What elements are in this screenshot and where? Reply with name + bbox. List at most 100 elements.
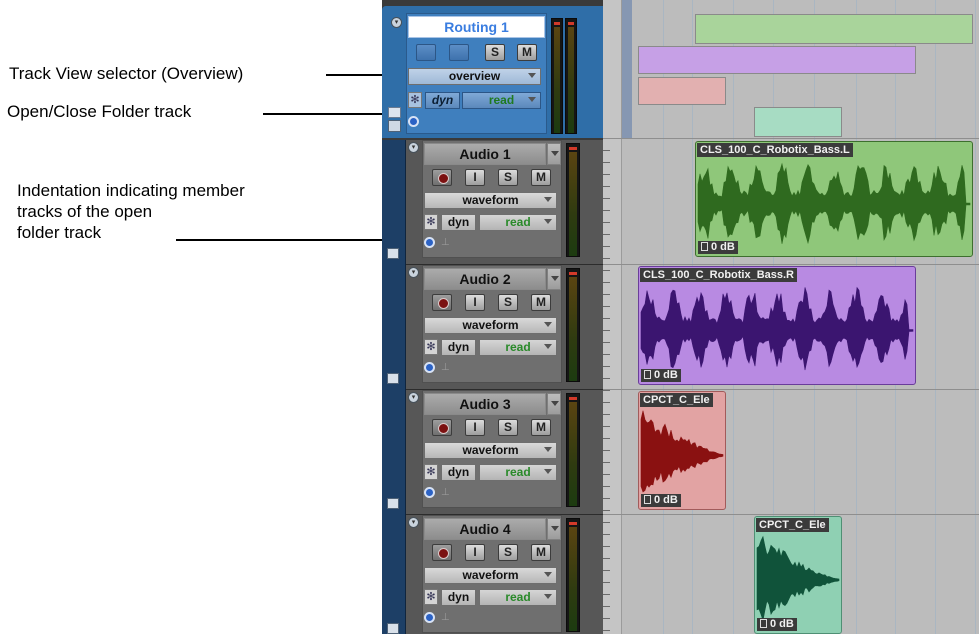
mute-button[interactable]: M [531, 419, 551, 436]
folder-automation-mode[interactable]: read [462, 92, 541, 109]
input-monitor-button[interactable]: I [465, 419, 485, 436]
solo-button[interactable]: S [498, 169, 518, 186]
collapse-icon[interactable]: ▾ [408, 517, 419, 528]
record-enable-button[interactable] [432, 544, 452, 561]
record-enable-button[interactable] [432, 294, 452, 311]
ruler-tick [603, 402, 610, 403]
folder-track-name[interactable]: Routing 1 [408, 16, 545, 38]
record-enable-button[interactable] [432, 419, 452, 436]
input-monitor-button[interactable]: I [465, 294, 485, 311]
track-view-selector[interactable]: waveform [424, 192, 557, 209]
voice-icon[interactable] [424, 612, 435, 623]
mute-button[interactable]: M [531, 544, 551, 561]
grid-line [975, 0, 976, 634]
clip-gain[interactable]: 0 dB [698, 241, 738, 254]
audio-clip[interactable]: CPCT_C_Ele 0 dB [754, 516, 842, 634]
ruler-tick [603, 570, 610, 571]
ruler-tick [603, 270, 610, 271]
voice-icon[interactable] [424, 487, 435, 498]
track-name[interactable]: Audio 4 [424, 518, 546, 540]
automation-mode-label: read [505, 340, 531, 354]
overview-clip-bar[interactable] [638, 46, 916, 74]
folder-solo-button[interactable]: S [485, 44, 505, 61]
collapse-icon[interactable]: ▾ [391, 17, 402, 28]
track-view-selector[interactable]: waveform [424, 442, 557, 459]
track-name-menu[interactable] [547, 393, 561, 415]
snowflake-icon[interactable]: ✻ [424, 214, 438, 230]
record-enable-button[interactable] [432, 169, 452, 186]
open-close-folder-icon[interactable] [388, 120, 401, 132]
folder-mute-button[interactable]: M [517, 44, 537, 61]
track-name-menu[interactable] [547, 518, 561, 540]
snowflake-icon[interactable]: ✻ [424, 589, 438, 605]
ruler-tick [603, 354, 610, 355]
audio-clip[interactable]: CLS_100_C_Robotix_Bass.R 0 dB [638, 266, 916, 385]
collapse-icon[interactable]: ▾ [408, 392, 419, 403]
solo-button[interactable]: S [498, 294, 518, 311]
chevron-down-icon [528, 97, 536, 102]
track-audio-4: ▾ Audio 4 I S Mwaveform ✻ dyn read ⊥ [406, 515, 603, 634]
audio-clip[interactable]: CPCT_C_Ele 0 dB [638, 391, 726, 510]
audio-clip[interactable]: CLS_100_C_Robotix_Bass.L 0 dB [695, 141, 973, 257]
clip-gain-label: 0 dB [654, 494, 678, 506]
track-panel: Audio 3 I S Mwaveform ✻ dyn read ⊥ [422, 390, 562, 508]
snowflake-icon[interactable]: ✻ [408, 92, 422, 108]
clip-gain[interactable]: 0 dB [757, 618, 797, 631]
input-monitor-button[interactable]: I [465, 544, 485, 561]
collapse-icon[interactable]: ▾ [408, 267, 419, 278]
ruler-tick [603, 414, 610, 415]
chevron-down-icon [544, 197, 552, 202]
dyn-button[interactable]: dyn [441, 339, 476, 356]
ruler-tick [603, 294, 610, 295]
automation-mode-selector[interactable]: read [479, 464, 557, 481]
folder-track-routing-1: ▾ Routing 1 S M overview ✻ dyn read [382, 6, 603, 138]
folder-dyn-button[interactable]: dyn [425, 92, 460, 109]
track-name[interactable]: Audio 3 [424, 393, 546, 415]
ruler-tick [603, 510, 610, 511]
ruler-tick [603, 198, 610, 199]
voice-icon[interactable] [408, 116, 419, 127]
track-view-selector-overview[interactable]: overview [408, 68, 541, 85]
timebase-icon: ⊥ [441, 362, 450, 373]
callout-open-close-folder: Open/Close Folder track [7, 102, 192, 121]
mute-button[interactable]: M [531, 169, 551, 186]
ruler-tick [603, 330, 610, 331]
dyn-button[interactable]: dyn [441, 589, 476, 606]
folder-track-panel: Routing 1 S M overview ✻ dyn read [406, 13, 547, 134]
waveform-shape [756, 535, 840, 621]
collapse-icon[interactable]: ▾ [408, 142, 419, 153]
voice-icon[interactable] [424, 237, 435, 248]
clip-gain[interactable]: 0 dB [641, 369, 681, 382]
mute-button[interactable]: M [531, 294, 551, 311]
folder-level-meter-2 [565, 18, 577, 134]
dyn-button[interactable]: dyn [441, 464, 476, 481]
input-monitor-button[interactable]: I [465, 169, 485, 186]
callout-indentation: Indentation indicating member tracks of … [17, 180, 245, 243]
solo-button[interactable]: S [498, 544, 518, 561]
automation-mode-selector[interactable]: read [479, 589, 557, 606]
timebase-icon: ⊥ [441, 487, 450, 498]
overview-clip-bar[interactable] [695, 14, 973, 44]
track-name-menu[interactable] [547, 143, 561, 165]
track-view-selector[interactable]: waveform [424, 567, 557, 584]
track-view-selector[interactable]: waveform [424, 317, 557, 334]
ruler-tick [603, 558, 610, 559]
overview-clip-bar[interactable] [754, 107, 842, 137]
clip-gain[interactable]: 0 dB [641, 494, 681, 507]
snowflake-icon[interactable]: ✻ [424, 339, 438, 355]
folder-level-meter [551, 18, 563, 134]
automation-mode-selector[interactable]: read [479, 214, 557, 231]
dyn-button[interactable]: dyn [441, 214, 476, 231]
callout-leader-indentation [176, 239, 391, 241]
callout-leader-folder [263, 113, 387, 115]
overview-clip-bar[interactable] [638, 77, 726, 105]
track-name-menu[interactable] [547, 268, 561, 290]
track-name[interactable]: Audio 1 [424, 143, 546, 165]
snowflake-icon[interactable]: ✻ [424, 464, 438, 480]
track-name[interactable]: Audio 2 [424, 268, 546, 290]
solo-button[interactable]: S [498, 419, 518, 436]
ruler-tick [603, 522, 610, 523]
clip-name: CPCT_C_Ele [640, 393, 713, 407]
voice-icon[interactable] [424, 362, 435, 373]
automation-mode-selector[interactable]: read [479, 339, 557, 356]
